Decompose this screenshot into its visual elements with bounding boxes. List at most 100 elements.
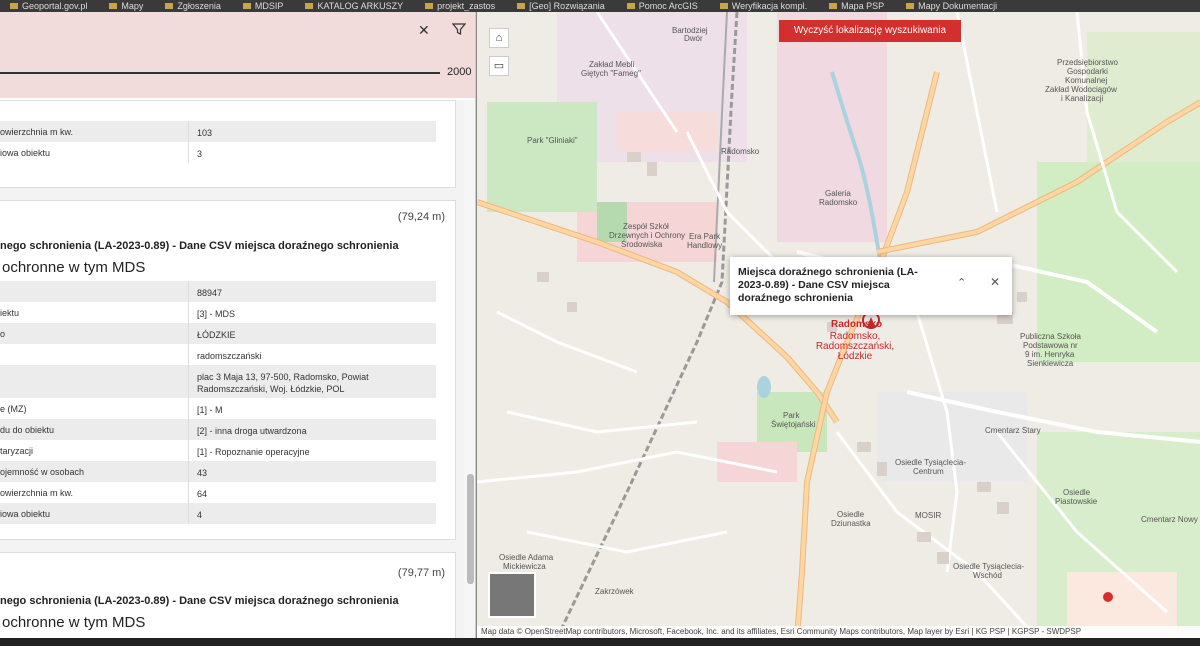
- map-place-label: Zakrzówek: [595, 587, 634, 596]
- taskbar: [0, 638, 1200, 646]
- table-row: ojemność w osobach 43: [0, 461, 436, 482]
- field-value: 3: [197, 149, 203, 159]
- close-icon[interactable]: ✕: [418, 22, 430, 39]
- distance-slider[interactable]: [0, 72, 440, 74]
- result-title: ochronne w tym MDS: [2, 259, 146, 276]
- results-list: owierzchnia m kw. 103 iowa obiektu 3 (79…: [0, 100, 464, 638]
- result-card[interactable]: (79,77 m) nego schronienia (LA-2023-0.89…: [0, 552, 456, 638]
- distance-label: (79,24 m): [397, 211, 445, 223]
- field-value: 88947: [197, 288, 223, 298]
- field-label: iowa obiektu: [0, 509, 51, 519]
- map-place-label: Giętych "Fameg": [581, 69, 641, 78]
- map-place-label: Cmentarz Nowy: [1141, 515, 1198, 524]
- map-place-label: Park: [783, 411, 800, 420]
- field-value: 64: [197, 489, 208, 499]
- bookmark-item[interactable]: Pomoc ArcGIS: [626, 0, 698, 12]
- map-place-label: Środowiska: [621, 240, 663, 249]
- bookmark-label: Pomoc ArcGIS: [638, 1, 698, 11]
- table-row: 88947: [0, 281, 436, 302]
- map-view[interactable]: Bartodziej Dwór Zakład Mebli Giętych "Fameg…: [476, 12, 1200, 638]
- bookmark-item[interactable]: projekt_zastos: [425, 0, 495, 12]
- folder-icon: [165, 3, 174, 9]
- map-place-label: Zespół Szkół: [623, 222, 669, 231]
- field-value: plac 3 Maja 13, 97-500, Radomsko, Powiat…: [197, 372, 369, 394]
- bookmark-item[interactable]: Mapy: [109, 0, 143, 12]
- map-place-label: Radomsko: [819, 198, 858, 207]
- map-place-label: Wschód: [973, 571, 1002, 580]
- map-place-label: Park "Gliniaki": [527, 136, 578, 145]
- layer-title: nego schronienia (LA-2023-0.89) - Dane C…: [0, 595, 399, 607]
- field-value: ŁÓDZKIE: [197, 330, 236, 340]
- scrollbar-thumb[interactable]: [467, 474, 474, 584]
- map-place-label: Osiedle Tysiąclecia-: [953, 562, 1024, 571]
- bookmark-label: Weryfikacja kompl.: [731, 1, 808, 11]
- map-place-label: Dziunastka: [831, 519, 871, 528]
- collapse-icon[interactable]: ⌃: [957, 276, 966, 289]
- table-row: owierzchnia m kw. 103: [0, 121, 436, 142]
- table-row: du do obiektu [2] - inna droga utwardzona: [0, 419, 436, 440]
- folder-icon: [425, 3, 434, 9]
- results-panel: ✕ 2000 owierzchnia m kw. 103 iowa obiekt…: [0, 12, 476, 638]
- basemap-toggle[interactable]: [488, 572, 536, 618]
- map-place-label: Cmentarz Stary: [985, 426, 1041, 435]
- slider-value: 2000: [447, 66, 472, 78]
- map-place-label: 9 im. Henryka: [1025, 350, 1075, 359]
- field-label: owierzchnia m kw.: [0, 488, 74, 498]
- map-place-label: Zakład Mebli: [589, 60, 635, 69]
- bookmark-item[interactable]: MDSIP: [242, 0, 283, 12]
- field-label: owierzchnia m kw.: [0, 127, 74, 137]
- folder-icon: [906, 3, 915, 9]
- result-card[interactable]: owierzchnia m kw. 103 iowa obiektu 3: [0, 100, 456, 188]
- home-button[interactable]: ⌂: [489, 28, 509, 48]
- folder-icon: [109, 3, 118, 9]
- field-label: iektu: [0, 308, 20, 318]
- folder-icon: [626, 3, 635, 9]
- bookmark-item[interactable]: Mapa PSP: [829, 0, 884, 12]
- map-place-label: Piastowskie: [1055, 497, 1098, 506]
- table-row: owierzchnia m kw. 64: [0, 482, 436, 503]
- map-place-label: Dwór: [684, 34, 703, 43]
- map-place-label: Mickiewicza: [503, 562, 546, 571]
- map-place-label: Osiedle Tysiąclecia-: [895, 458, 966, 467]
- map-place-label: Sienkiewicza: [1027, 359, 1074, 368]
- filter-icon[interactable]: [452, 22, 466, 36]
- bookmark-item[interactable]: Zgłoszenia: [165, 0, 221, 12]
- field-label: taryzacji: [0, 446, 34, 456]
- map-place-label: Era Park: [689, 232, 721, 241]
- table-row: iektu [3] - MDS: [0, 302, 436, 323]
- bookmark-item[interactable]: KATALOG ARKUSZY: [305, 0, 403, 12]
- bookmark-item[interactable]: Weryfikacja kompl.: [719, 0, 808, 12]
- table-row: iowa obiektu 4: [0, 503, 436, 524]
- map-place-label: Galeria: [825, 189, 851, 198]
- folder-icon: [10, 3, 18, 9]
- field-value: 4: [197, 510, 203, 520]
- table-row: radomszczański: [0, 344, 436, 365]
- table-row: iowa obiektu 3: [0, 142, 436, 163]
- layer-title: nego schronienia (LA-2023-0.89) - Dane C…: [0, 240, 399, 252]
- marker-label: Radomsko: [831, 319, 883, 330]
- map-place-label: Komunalnej: [1065, 76, 1108, 85]
- result-card[interactable]: (79,24 m) nego schronienia (LA-2023-0.89…: [0, 200, 456, 540]
- table-row: plac 3 Maja 13, 97-500, Radomsko, Powiat…: [0, 365, 436, 398]
- bookmark-item[interactable]: Mapy Dokumentacji: [906, 0, 997, 12]
- field-value: [1] - Ropoznanie operacyjne: [197, 447, 310, 457]
- bookmark-item[interactable]: Geoportal.gov.pl: [10, 0, 87, 12]
- bookmarks-bar: Geoportal.gov.pl Mapy Zgłoszenia MDSIP KATAL…: [0, 0, 1200, 12]
- bookmark-item[interactable]: [Geo] Rozwiązania: [517, 0, 605, 12]
- result-title: ochronne w tym MDS: [2, 614, 146, 631]
- close-icon[interactable]: ✕: [990, 275, 1000, 289]
- measure-button[interactable]: ▭: [489, 56, 509, 76]
- field-label: du do obiektu: [0, 425, 55, 435]
- clear-search-button[interactable]: Wyczyść lokalizację wyszukiwania: [779, 20, 961, 42]
- filter-panel: ✕ 2000: [0, 12, 475, 98]
- bookmark-label: Mapa PSP: [841, 1, 885, 11]
- table-row: o ŁÓDZKIE: [0, 323, 436, 344]
- bookmark-label: Mapy Dokumentacji: [918, 1, 998, 11]
- folder-icon: [517, 3, 526, 9]
- field-label: o: [0, 329, 6, 339]
- map-place-label: Przedsiębiorstwo: [1057, 58, 1118, 67]
- field-value: [1] - M: [197, 405, 223, 415]
- map-place-label: Osiedle: [1063, 488, 1091, 497]
- popup-title: Miejsca doraźnego schronienia (LA-2023-0…: [738, 266, 918, 304]
- map-place-label: Zakład Wodociągów: [1045, 85, 1117, 94]
